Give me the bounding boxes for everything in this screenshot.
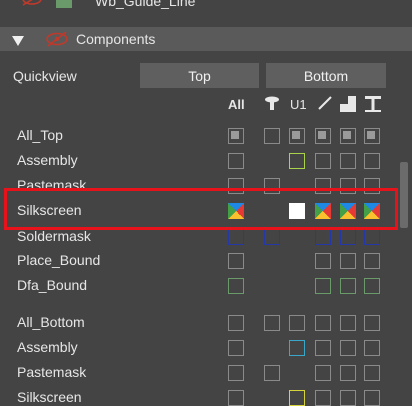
column-header-all: All [228,97,245,112]
layer-checkbox[interactable] [264,229,280,245]
row-label-soldermask-top: Soldermask [17,228,91,244]
text-icon[interactable] [364,95,382,113]
row-label-all-top: All_Top [17,127,63,143]
layer-checkbox[interactable] [364,340,380,356]
layer-checkbox[interactable] [315,340,331,356]
layer-checkbox[interactable] [228,153,244,169]
layer-checkbox[interactable] [264,128,280,144]
column-header-u1: U1 [290,97,307,112]
layer-checkbox[interactable] [264,365,280,381]
layer-checkbox[interactable] [228,365,244,381]
layer-checkbox[interactable] [364,253,380,269]
layer-checkbox[interactable] [289,340,305,356]
section-title: Components [76,31,156,47]
eye-hidden-icon[interactable] [20,0,44,8]
row-label-assembly-top: Assembly [17,152,78,168]
quickview-bottom-button[interactable]: Bottom [266,63,386,88]
row-label-dfa-bound-top: Dfa_Bound [17,277,88,293]
layer-checkbox[interactable] [228,229,244,245]
scrollbar-thumb[interactable] [400,162,408,228]
layer-checkbox[interactable] [315,128,331,144]
row-label-all-bottom: All_Bottom [17,314,85,330]
layer-checkbox[interactable] [315,153,331,169]
layer-checkbox[interactable] [340,365,356,381]
layer-checkbox[interactable] [340,153,356,169]
layer-checkbox[interactable] [315,278,331,294]
layer-checkbox[interactable] [315,365,331,381]
layer-checkbox[interactable] [315,253,331,269]
layer-checkbox[interactable] [228,253,244,269]
quickview-label: Quickview [13,68,77,84]
layer-checkbox[interactable] [315,229,331,245]
layer-checkbox[interactable] [228,278,244,294]
layer-checkbox[interactable] [364,278,380,294]
layer-checkbox[interactable] [228,340,244,356]
layer-checkbox[interactable] [364,128,380,144]
quickview-top-button[interactable]: Top [140,63,259,88]
eye-hidden-icon[interactable] [44,31,70,47]
row-label-assembly-bottom: Assembly [17,339,78,355]
collapse-triangle-icon[interactable] [12,33,24,46]
layer-checkbox[interactable] [364,229,380,245]
layer-checkbox[interactable] [315,315,331,331]
row-label-pastemask-bottom: Pastemask [17,364,87,380]
layer-checkbox[interactable] [364,153,380,169]
row-label-place-bound-top: Place_Bound [17,252,101,268]
layer-checkbox[interactable] [289,128,305,144]
layer-checkbox[interactable] [340,128,356,144]
shape-icon[interactable] [340,96,356,112]
highlight-box [4,188,398,230]
layer-checkbox[interactable] [340,340,356,356]
layer-checkbox[interactable] [340,315,356,331]
layer-checkbox[interactable] [340,253,356,269]
layer-checkbox[interactable] [228,315,244,331]
layer-checkbox[interactable] [264,315,280,331]
line-icon[interactable] [318,96,332,110]
layer-checkbox[interactable] [228,128,244,144]
layer-checkbox[interactable] [289,315,305,331]
layer-checkbox[interactable] [364,315,380,331]
layer-checkbox[interactable] [340,278,356,294]
pin-icon[interactable] [264,96,280,112]
layer-checkbox[interactable] [364,365,380,381]
layer-color-swatch[interactable] [56,0,72,8]
layer-name-wb-guide-line: Wb_Guide_Line [95,0,196,9]
layer-checkbox[interactable] [289,153,305,169]
scrollbar-track[interactable] [397,90,412,404]
layer-checkbox[interactable] [340,229,356,245]
row-label-silkscreen-bottom: Silkscreen [17,389,82,405]
